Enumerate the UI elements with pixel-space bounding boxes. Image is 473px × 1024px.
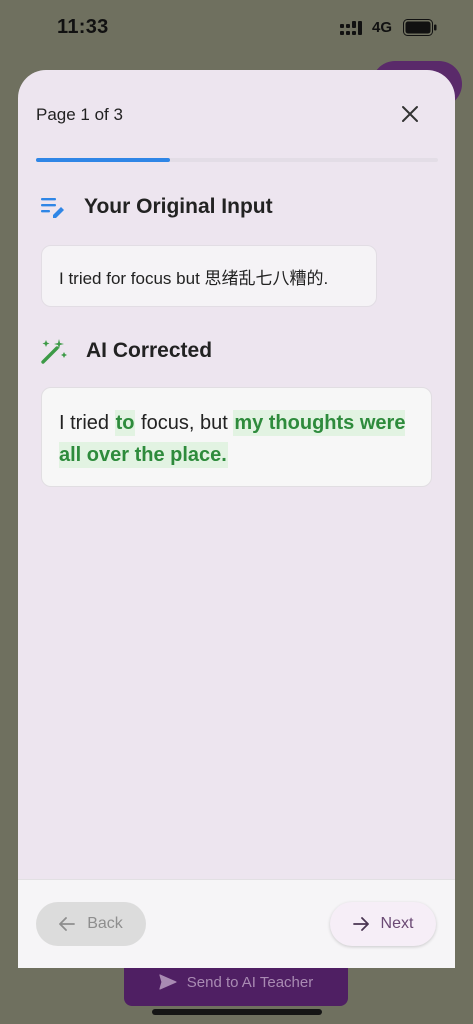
send-to-teacher-label: Send to AI Teacher <box>186 973 314 991</box>
ai-corrected-card: I tried to focus, but my thoughts were a… <box>41 387 432 487</box>
back-button[interactable]: Back <box>36 902 146 946</box>
back-label: Back <box>87 915 123 932</box>
original-input-text: I tried for focus but 思绪乱七八糟的. <box>59 268 329 288</box>
network-type: 4G <box>372 19 393 36</box>
corrected-text-segment: I tried <box>59 412 115 434</box>
cellular-signal-icon <box>340 21 362 35</box>
original-input-heading: Your Original Input <box>40 195 273 219</box>
send-icon <box>159 974 177 990</box>
status-bar: 11:33 4G <box>0 0 473 56</box>
close-button[interactable] <box>394 98 426 130</box>
edit-note-icon <box>41 198 64 218</box>
sheet-footer: Back Next <box>18 879 455 968</box>
ai-corrected-title: AI Corrected <box>86 339 213 362</box>
battery-icon <box>403 19 437 36</box>
corrected-text-segment: focus, but <box>135 412 234 434</box>
arrow-right-icon <box>352 917 369 931</box>
ai-corrected-heading: AI Corrected <box>40 337 212 365</box>
arrow-left-icon <box>59 917 76 931</box>
correction-sheet: Page 1 of 3 Your Original Input I tried … <box>18 70 455 968</box>
home-indicator <box>152 1009 322 1015</box>
status-time: 11:33 <box>57 16 109 38</box>
original-input-title: Your Original Input <box>84 195 273 218</box>
next-label: Next <box>380 915 414 932</box>
corrected-highlight: to <box>114 410 136 436</box>
page-indicator: Page 1 of 3 <box>36 105 123 124</box>
close-icon <box>402 106 418 122</box>
original-input-card: I tried for focus but 思绪乱七八糟的. <box>41 245 377 307</box>
magic-wand-icon <box>41 339 67 364</box>
progress-fill <box>36 158 170 162</box>
progress-bar <box>36 158 438 162</box>
next-button[interactable]: Next <box>330 902 436 946</box>
